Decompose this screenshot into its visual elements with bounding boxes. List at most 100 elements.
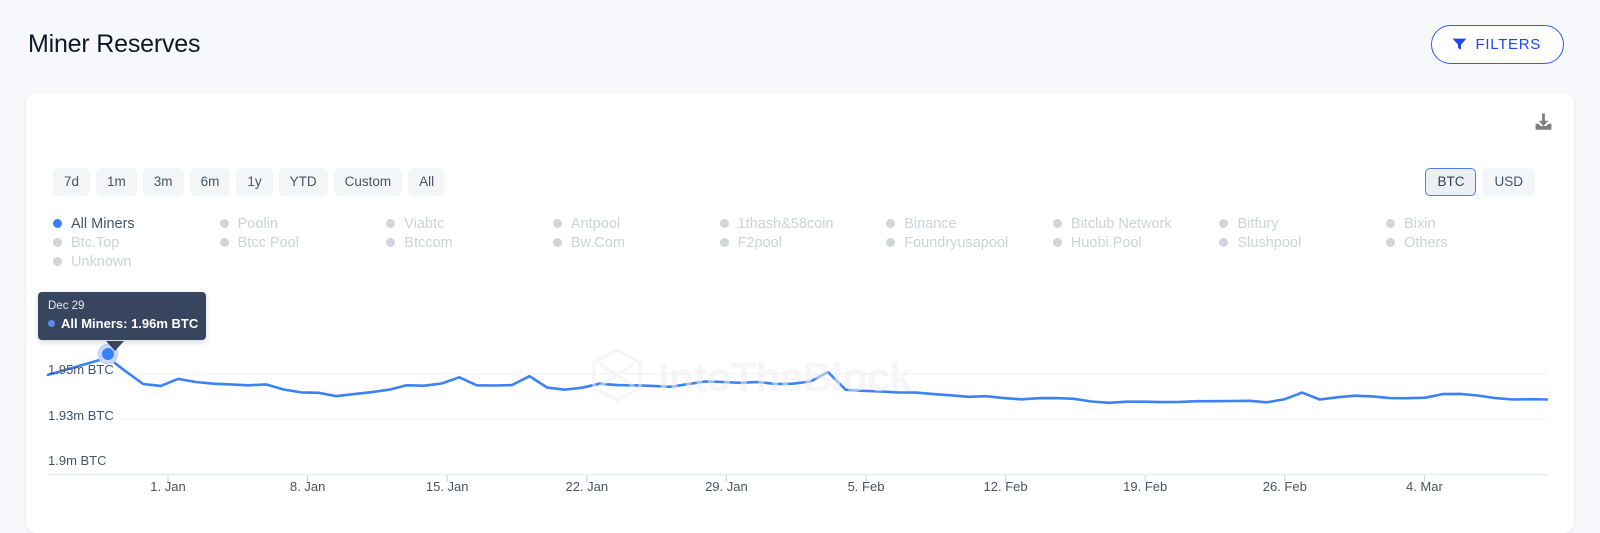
- range-button-1m[interactable]: 1m: [96, 168, 137, 196]
- legend-dot-icon: [1053, 219, 1062, 228]
- legend-item-others[interactable]: Others: [1386, 233, 1553, 252]
- range-button-3m[interactable]: 3m: [143, 168, 184, 196]
- legend-item-label: Slushpool: [1237, 235, 1301, 251]
- unit-button-btc[interactable]: BTC: [1425, 168, 1476, 196]
- legend-item-btc-top[interactable]: Btc.Top: [53, 233, 220, 252]
- legend-dot-icon: [720, 219, 729, 228]
- x-tick-label: 5. Feb: [848, 479, 885, 494]
- legend-dot-icon: [1386, 238, 1395, 247]
- legend-dot-icon: [1386, 219, 1395, 228]
- chart-controls: 7d 1m 3m 6m 1y YTD Custom All BTC USD: [53, 168, 1558, 196]
- legend-item-label: All Miners: [71, 216, 135, 232]
- legend-dot-icon: [220, 238, 229, 247]
- range-button-all[interactable]: All: [408, 168, 445, 196]
- legend-dot-icon: [53, 219, 62, 228]
- legend-item-foundryusapool[interactable]: Foundryusapool: [886, 233, 1053, 252]
- legend-item-bitclub-network[interactable]: Bitclub Network: [1053, 214, 1220, 233]
- chart-plot-area: [0, 282, 1548, 440]
- x-tick-label: 1. Jan: [150, 479, 185, 494]
- legend-item-all-miners[interactable]: All Miners: [53, 214, 220, 233]
- time-range-group: 7d 1m 3m 6m 1y YTD Custom All: [53, 168, 445, 196]
- legend-item-bixin[interactable]: Bixin: [1386, 214, 1553, 233]
- range-button-1y[interactable]: 1y: [236, 168, 272, 196]
- legend-item-slushpool[interactable]: Slushpool: [1219, 233, 1386, 252]
- legend-dot-icon: [886, 219, 895, 228]
- chart-legend: All Miners Poolin Viabtc Antpool 1thash&58co…: [53, 214, 1553, 271]
- tooltip-date: Dec 29: [48, 300, 196, 312]
- legend-dot-icon: [220, 219, 229, 228]
- x-tick-label: 19. Feb: [1123, 479, 1167, 494]
- x-tick-label: 8. Jan: [290, 479, 325, 494]
- legend-dot-icon: [1219, 219, 1228, 228]
- filters-label: FILTERS: [1476, 36, 1541, 53]
- legend-item-btcc-pool[interactable]: Btcc Pool: [220, 233, 387, 252]
- legend-item-btccom[interactable]: Btccom: [386, 233, 553, 252]
- y-tick-label-19: 1.9m BTC: [48, 453, 107, 468]
- legend-dot-icon: [1053, 238, 1062, 247]
- legend-item-label: 1thash&58coin: [738, 216, 834, 232]
- download-icon[interactable]: [1533, 112, 1554, 133]
- y-tick-label-195: 1.95m BTC: [48, 362, 114, 377]
- legend-item-label: Foundryusapool: [904, 235, 1008, 251]
- legend-item-label: Bw.Com: [571, 235, 625, 251]
- legend-item-label: Viabtc: [404, 216, 444, 232]
- legend-item-label: Btccom: [404, 235, 452, 251]
- line-chart-svg: [0, 282, 1548, 440]
- legend-dot-icon: [553, 219, 562, 228]
- legend-item-unknown[interactable]: Unknown: [53, 252, 220, 271]
- x-tick-label: 4. Mar: [1406, 479, 1443, 494]
- legend-item-label: Others: [1404, 235, 1448, 251]
- legend-item-label: Bitclub Network: [1071, 216, 1172, 232]
- series-line-all-miners: [48, 358, 1548, 403]
- legend-item-label: Unknown: [71, 254, 131, 270]
- tooltip-series-dot: [48, 320, 55, 327]
- x-tick-label: 26. Feb: [1263, 479, 1307, 494]
- legend-dot-icon: [386, 238, 395, 247]
- tooltip-arrow: [106, 341, 124, 351]
- legend-item-label: Binance: [904, 216, 956, 232]
- legend-dot-icon: [720, 238, 729, 247]
- legend-item-antpool[interactable]: Antpool: [553, 214, 720, 233]
- x-axis: [0, 474, 1600, 486]
- legend-item-viabtc[interactable]: Viabtc: [386, 214, 553, 233]
- tooltip-series-value: All Miners: 1.96m BTC: [61, 316, 198, 331]
- legend-item-label: F2pool: [738, 235, 782, 251]
- page-title: Miner Reserves: [28, 30, 200, 59]
- page-header: Miner Reserves FILTERS: [0, 0, 1600, 88]
- legend-dot-icon: [1219, 238, 1228, 247]
- range-button-custom[interactable]: Custom: [334, 168, 403, 196]
- legend-item-huobi-pool[interactable]: Huobi.Pool: [1053, 233, 1220, 252]
- legend-item-label: Bixin: [1404, 216, 1435, 232]
- unit-button-usd[interactable]: USD: [1482, 168, 1535, 196]
- x-tick-label: 29. Jan: [705, 479, 748, 494]
- legend-item-label: Antpool: [571, 216, 620, 232]
- range-button-7d[interactable]: 7d: [53, 168, 90, 196]
- y-tick-label-193: 1.93m BTC: [48, 408, 114, 423]
- legend-item-label: Huobi.Pool: [1071, 235, 1142, 251]
- range-button-ytd[interactable]: YTD: [279, 168, 328, 196]
- range-button-6m[interactable]: 6m: [190, 168, 231, 196]
- unit-toggle-group: BTC USD: [1425, 168, 1535, 196]
- legend-item-label: Btcc Pool: [238, 235, 299, 251]
- legend-item-bitfury[interactable]: Bitfury: [1219, 214, 1386, 233]
- x-tick-label: 15. Jan: [426, 479, 469, 494]
- legend-dot-icon: [553, 238, 562, 247]
- legend-dot-icon: [886, 238, 895, 247]
- tooltip-row: All Miners: 1.96m BTC: [48, 316, 196, 331]
- legend-item-binance[interactable]: Binance: [886, 214, 1053, 233]
- chart-tooltip: Dec 29 All Miners: 1.96m BTC: [38, 292, 206, 340]
- legend-dot-icon: [53, 257, 62, 266]
- legend-item-poolin[interactable]: Poolin: [220, 214, 387, 233]
- legend-item-label: Poolin: [238, 216, 278, 232]
- filters-button[interactable]: FILTERS: [1431, 25, 1564, 64]
- legend-item-1thash-58coin[interactable]: 1thash&58coin: [720, 214, 887, 233]
- legend-item-f2pool[interactable]: F2pool: [720, 233, 887, 252]
- legend-item-bw-com[interactable]: Bw.Com: [553, 233, 720, 252]
- x-tick-label: 12. Feb: [984, 479, 1028, 494]
- x-tick-label: 22. Jan: [565, 479, 608, 494]
- legend-dot-icon: [53, 238, 62, 247]
- legend-item-label: Btc.Top: [71, 235, 119, 251]
- legend-dot-icon: [386, 219, 395, 228]
- legend-item-label: Bitfury: [1237, 216, 1278, 232]
- funnel-icon: [1452, 37, 1467, 51]
